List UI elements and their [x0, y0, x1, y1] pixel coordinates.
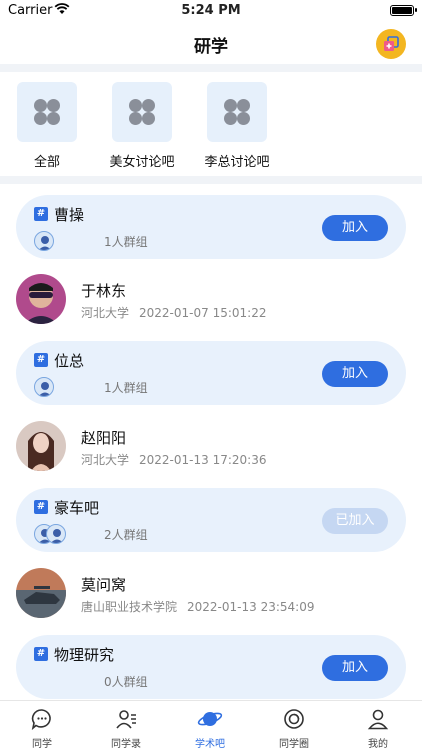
group-tag-icon: #	[34, 353, 48, 367]
clover-icon	[224, 99, 250, 125]
add-note-button[interactable]	[376, 29, 406, 59]
user-avatar[interactable]	[16, 421, 66, 471]
member-count: 2人群组	[104, 528, 148, 542]
tab-label: 同学录	[111, 739, 141, 750]
clover-icon	[34, 99, 60, 125]
member-count: 1人群组	[104, 381, 148, 395]
category-tile	[207, 82, 267, 142]
tab-profile[interactable]: 我的	[336, 707, 420, 750]
category-label: 美女讨论吧	[109, 155, 175, 170]
member-avatar	[34, 377, 54, 397]
clock: 5:24 PM	[181, 3, 241, 18]
category-beauty[interactable]: 美女讨论吧	[92, 82, 192, 170]
user-name: 莫问窝	[81, 576, 127, 594]
tab-bar: 同学 同学录 学术吧 同学圈 我的	[0, 700, 422, 750]
user-school: 唐山职业技术学院	[81, 600, 178, 614]
tab-label: 同学	[32, 739, 52, 750]
group-card[interactable]: # 位总 1人群组 加入	[16, 341, 406, 405]
joined-button[interactable]: 已加入	[322, 508, 388, 534]
category-li[interactable]: 李总讨论吧	[187, 82, 287, 170]
post-time: 2022-01-13 23:54:09	[187, 600, 315, 614]
planet-icon	[168, 707, 252, 731]
tab-label: 学术吧	[195, 739, 225, 750]
tab-moments[interactable]: 同学圈	[252, 707, 336, 750]
category-tile	[17, 82, 77, 142]
post-item[interactable]: 赵阳阳 河北大学 2022-01-13 17:20:36	[0, 415, 422, 493]
group-card[interactable]: # 曹操 1人群组 加入	[16, 195, 406, 259]
user-name: 赵阳阳	[81, 429, 127, 447]
group-card[interactable]: # 豪车吧 2人群组 已加入	[16, 488, 406, 552]
join-button[interactable]: 加入	[322, 215, 388, 241]
user-school: 河北大学	[81, 306, 130, 320]
join-button[interactable]: 加入	[322, 655, 388, 681]
member-avatar	[46, 524, 66, 544]
group-name: 位总	[54, 352, 85, 370]
tab-classmates[interactable]: 同学	[0, 707, 84, 750]
moments-icon	[252, 707, 336, 731]
post-time: 2022-01-07 15:01:22	[139, 306, 267, 320]
member-count: 0人群组	[104, 675, 148, 689]
group-tag-icon: #	[34, 207, 48, 221]
group-name: 曹操	[54, 206, 85, 224]
add-note-icon	[384, 36, 399, 51]
join-button[interactable]: 加入	[322, 361, 388, 387]
post-meta: 河北大学 2022-01-07 15:01:22	[81, 304, 266, 321]
group-card[interactable]: # 物理研究 0人群组 加入	[16, 635, 406, 699]
tab-academic[interactable]: 学术吧	[168, 707, 252, 750]
category-all[interactable]: 全部	[0, 82, 97, 170]
category-row: 全部 美女讨论吧 李总讨论吧	[0, 72, 422, 176]
tab-label: 我的	[368, 739, 388, 750]
member-avatar	[34, 231, 54, 251]
group-tag-icon: #	[34, 647, 48, 661]
page-title: 研学	[194, 37, 228, 57]
tab-label: 同学圈	[279, 739, 309, 750]
section-divider	[0, 64, 422, 72]
category-label: 全部	[33, 155, 60, 170]
profile-icon	[336, 707, 420, 731]
group-name: 豪车吧	[54, 499, 100, 517]
post-item[interactable]: 于林东 河北大学 2022-01-07 15:01:22	[0, 268, 422, 346]
contacts-icon	[84, 707, 168, 731]
chat-bubble-icon	[0, 707, 84, 731]
category-tile	[112, 82, 172, 142]
user-name: 于林东	[81, 282, 127, 300]
user-avatar[interactable]	[16, 568, 66, 618]
post-time: 2022-01-13 17:20:36	[139, 453, 267, 467]
group-tag-icon: #	[34, 500, 48, 514]
user-school: 河北大学	[81, 453, 130, 467]
group-name: 物理研究	[54, 646, 115, 664]
tab-directory[interactable]: 同学录	[84, 707, 168, 750]
clover-icon	[129, 99, 155, 125]
nav-bar: 研学	[0, 22, 422, 64]
member-count: 1人群组	[104, 235, 148, 249]
section-divider	[0, 176, 422, 184]
post-meta: 河北大学 2022-01-13 17:20:36	[81, 451, 266, 468]
battery-icon	[390, 5, 417, 16]
post-meta: 唐山职业技术学院 2022-01-13 23:54:09	[81, 598, 314, 615]
post-item[interactable]: 莫问窝 唐山职业技术学院 2022-01-13 23:54:09	[0, 562, 422, 640]
category-label: 李总讨论吧	[204, 155, 270, 170]
status-bar: Carrier 5:24 PM	[0, 0, 422, 22]
user-avatar[interactable]	[16, 274, 66, 324]
